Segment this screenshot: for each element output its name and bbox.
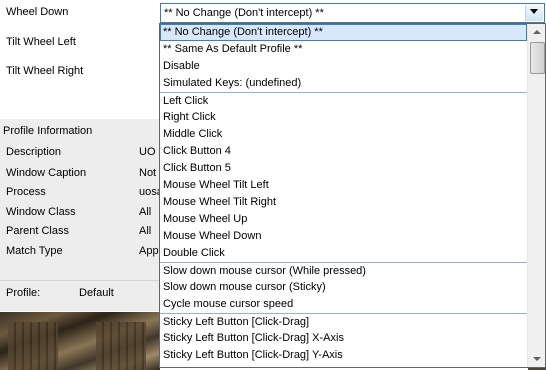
dropdown-item-cycle-speed[interactable]: Cycle mouse cursor speed (160, 296, 527, 313)
wheel-down-label: Wheel Down (6, 6, 69, 18)
dropdown-item-simulated-keys[interactable]: Simulated Keys: (undefined) (160, 75, 527, 92)
parent-class-label: Parent Class (6, 225, 69, 237)
parent-class-value: All (139, 225, 152, 237)
dropdown-item-sticky-left-drag[interactable]: Sticky Left Button [Click-Drag] (160, 313, 527, 330)
dropdown-item-slow-while-pressed[interactable]: Slow down mouse cursor (While pressed) (160, 262, 527, 279)
background-wall (8, 322, 58, 370)
scrollbar-thumb[interactable] (530, 42, 545, 74)
background-wall (96, 322, 146, 370)
tilt-wheel-right-label: Tilt Wheel Right (6, 65, 84, 77)
chevron-down-icon (530, 9, 538, 14)
combobox-selected-value[interactable]: ** No Change (Don't intercept) ** (162, 5, 525, 21)
scroll-down-arrow-icon (533, 357, 541, 361)
scroll-up-arrow-icon (533, 30, 541, 34)
dropdown-item-slow-sticky[interactable]: Slow down mouse cursor (Sticky) (160, 279, 527, 296)
match-type-label: Match Type (6, 245, 63, 257)
background-game-window (0, 312, 160, 370)
tilt-wheel-left-label: Tilt Wheel Left (6, 36, 76, 48)
dropdown-item-same-as-default[interactable]: ** Same As Default Profile ** (160, 41, 527, 58)
combobox-dropdown-button[interactable] (525, 5, 543, 21)
dropdown-items: ** No Change (Don't intercept) ** ** Sam… (160, 24, 527, 364)
dropdown-item-left-click[interactable]: Left Click (160, 92, 527, 109)
process-label: Process (6, 186, 46, 198)
dropdown-item-wheel-up[interactable]: Mouse Wheel Up (160, 211, 527, 228)
dropdown-scrollbar[interactable] (527, 24, 545, 367)
dropdown-item-click-button-4[interactable]: Click Button 4 (160, 143, 527, 160)
dropdown-item-right-click[interactable]: Right Click (160, 109, 527, 126)
dropdown-item-double-click[interactable]: Double Click (160, 245, 527, 262)
window-caption-label: Window Caption (6, 167, 87, 179)
dropdown-item-disable[interactable]: Disable (160, 58, 527, 75)
dropdown-item-wheel-down[interactable]: Mouse Wheel Down (160, 228, 527, 245)
action-dropdown-list[interactable]: ** No Change (Don't intercept) ** ** Sam… (159, 23, 546, 368)
dropdown-item-wheel-tilt-left[interactable]: Mouse Wheel Tilt Left (160, 177, 527, 194)
dropdown-item-sticky-left-drag-x[interactable]: Sticky Left Button [Click-Drag] X-Axis (160, 330, 527, 347)
profile-value: Default (79, 287, 114, 299)
dropdown-item-wheel-tilt-right[interactable]: Mouse Wheel Tilt Right (160, 194, 527, 211)
dropdown-item-middle-click[interactable]: Middle Click (160, 126, 527, 143)
window-class-label: Window Class (6, 206, 76, 218)
profile-information-heading: Profile Information (3, 125, 93, 137)
scroll-down-button[interactable] (528, 350, 545, 367)
window-class-value: All (139, 206, 152, 218)
dropdown-item-click-button-5[interactable]: Click Button 5 (160, 160, 527, 177)
profile-label: Profile: (6, 287, 41, 299)
match-type-value: Appl (139, 245, 162, 257)
wheel-down-action-combobox[interactable]: ** No Change (Don't intercept) ** (160, 3, 545, 23)
profile-status-bar: Profile: Default (0, 280, 165, 309)
dropdown-item-no-change[interactable]: ** No Change (Don't intercept) ** (160, 24, 527, 41)
dropdown-item-sticky-left-drag-y[interactable]: Sticky Left Button [Click-Drag] Y-Axis (160, 347, 527, 364)
description-label: Description (6, 146, 62, 158)
description-value: UO (139, 146, 156, 158)
scroll-up-button[interactable] (528, 24, 545, 41)
